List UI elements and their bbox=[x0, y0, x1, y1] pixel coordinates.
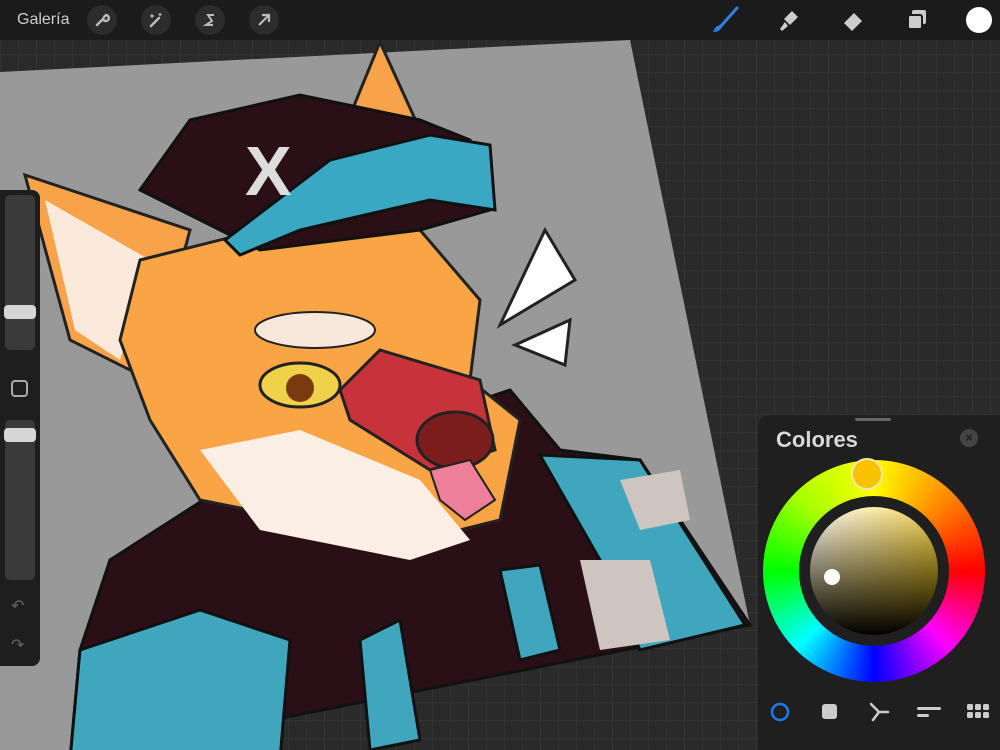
wrench-icon bbox=[96, 13, 111, 27]
brush-size-slider[interactable] bbox=[5, 195, 35, 350]
move-arrow-icon bbox=[258, 13, 271, 26]
hue-knob[interactable] bbox=[851, 458, 883, 490]
panel-title: Colores bbox=[776, 427, 858, 452]
palette-grid-icon bbox=[967, 704, 989, 718]
transform-button[interactable] bbox=[249, 5, 280, 35]
actions-button[interactable] bbox=[87, 5, 118, 35]
opacity-thumb[interactable] bbox=[4, 428, 36, 442]
sliders-icon bbox=[916, 707, 941, 717]
eraser-icon bbox=[844, 13, 862, 31]
redo-icon[interactable]: ↷ bbox=[11, 635, 24, 655]
smudge-icon bbox=[780, 11, 798, 31]
tab-value[interactable] bbox=[916, 700, 941, 724]
layers-icon bbox=[907, 10, 926, 30]
undo-icon[interactable]: ↶ bbox=[11, 596, 24, 616]
opacity-slider[interactable] bbox=[5, 420, 35, 580]
saturation-knob[interactable] bbox=[824, 569, 840, 585]
saturation-brightness-disc[interactable] bbox=[810, 507, 938, 635]
selection-button[interactable] bbox=[195, 5, 226, 35]
colors-panel: Colores × bbox=[758, 415, 1000, 750]
color-mode-tabs bbox=[768, 700, 990, 724]
left-sidebar: ↶ ↷ bbox=[0, 190, 40, 666]
tab-harmony[interactable] bbox=[867, 700, 891, 724]
panel-drag-handle[interactable] bbox=[855, 418, 891, 421]
top-toolbar: Galería bbox=[0, 0, 1000, 40]
selection-icon bbox=[203, 14, 215, 26]
smudge-button[interactable] bbox=[774, 5, 804, 35]
svg-text:X: X bbox=[245, 132, 292, 210]
modify-button[interactable] bbox=[11, 380, 28, 397]
brush-button[interactable] bbox=[710, 5, 740, 35]
magic-wand-icon bbox=[150, 13, 162, 28]
disc-icon bbox=[770, 702, 790, 722]
gallery-button[interactable]: Galería bbox=[17, 11, 69, 29]
harmony-icon bbox=[869, 702, 890, 722]
eraser-button[interactable] bbox=[838, 5, 868, 35]
tab-disc[interactable] bbox=[768, 700, 792, 724]
tab-palettes[interactable] bbox=[966, 700, 990, 724]
hue-ring[interactable] bbox=[763, 458, 985, 682]
layers-button[interactable] bbox=[902, 5, 932, 35]
square-icon bbox=[821, 704, 837, 719]
brush-size-thumb[interactable] bbox=[4, 305, 36, 319]
current-color-swatch[interactable] bbox=[966, 7, 992, 33]
adjustments-button[interactable] bbox=[141, 5, 172, 35]
tab-classic[interactable] bbox=[818, 700, 842, 724]
close-icon[interactable]: × bbox=[960, 429, 978, 447]
brush-icon bbox=[713, 6, 739, 32]
